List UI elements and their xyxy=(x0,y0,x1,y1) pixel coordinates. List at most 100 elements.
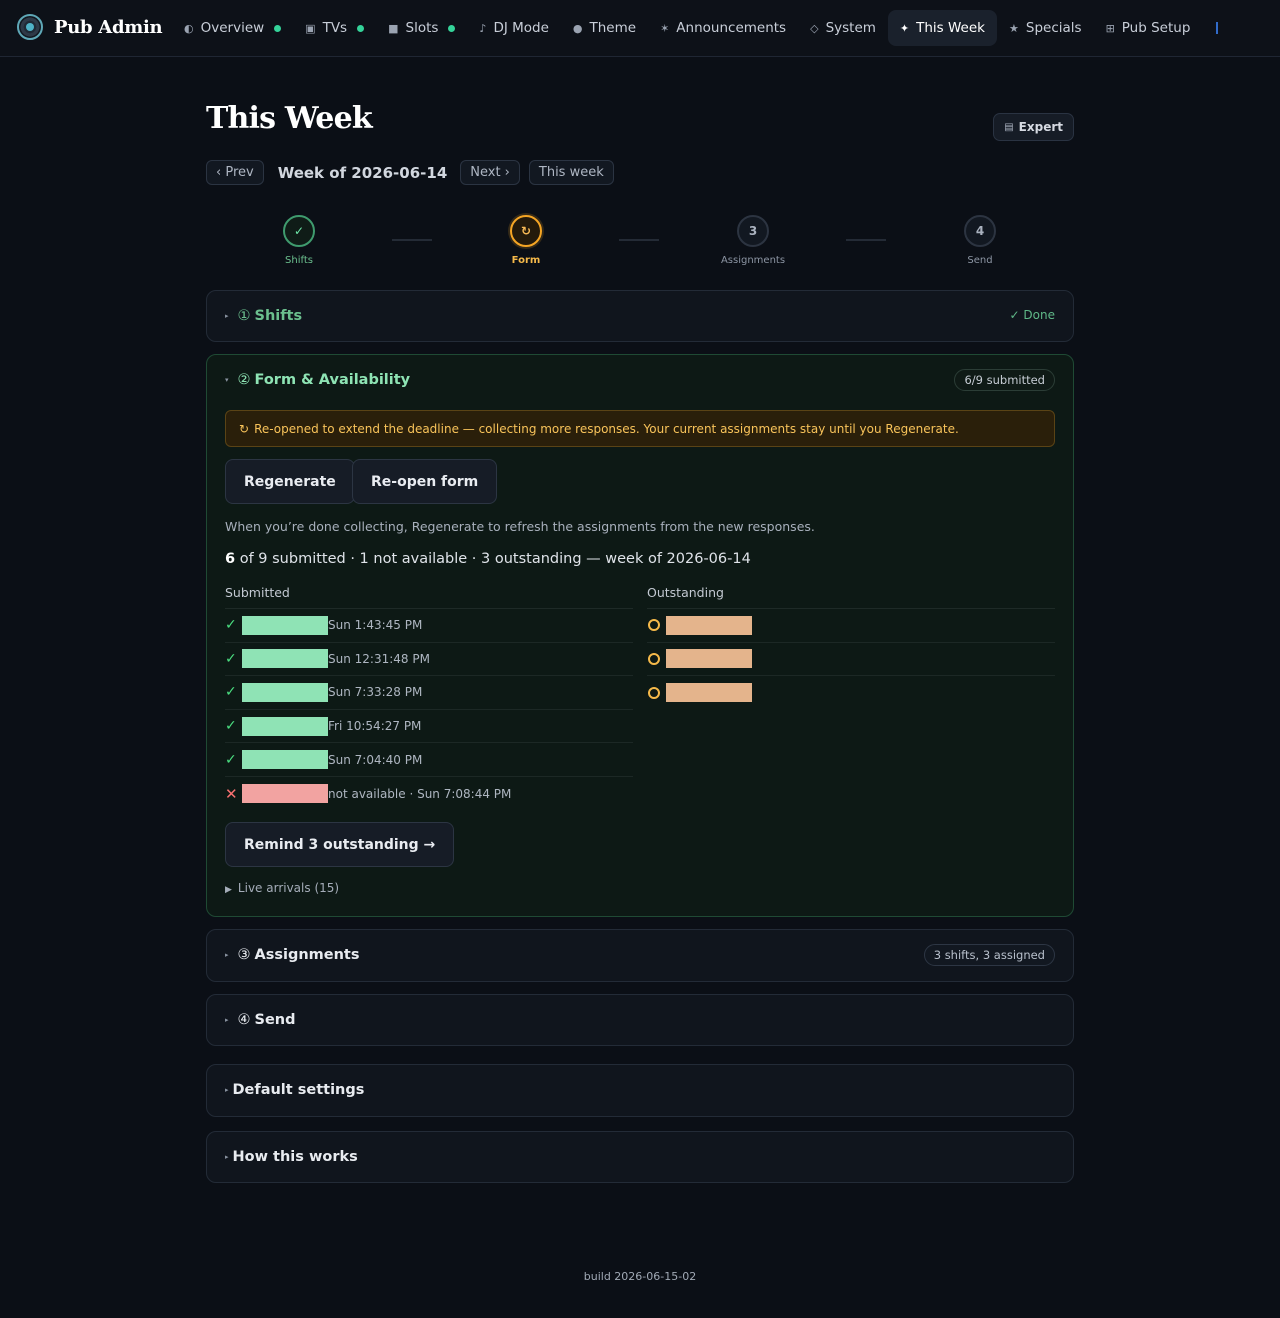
regenerate-button[interactable]: Regenerate xyxy=(225,459,355,504)
redacted-name xyxy=(666,683,752,703)
caret-right-icon: ▸ xyxy=(225,951,229,959)
brand[interactable]: Pub Admin xyxy=(17,14,163,40)
step-shifts[interactable]: ✓ Shifts xyxy=(254,215,344,266)
send-card[interactable]: ▸ ④ Send xyxy=(206,994,1074,1046)
assignments-card-header[interactable]: ▸ ③ Assignments xyxy=(225,930,360,980)
submitted-time: Sun 7:33:28 PM xyxy=(328,685,423,700)
outstanding-column: Outstanding xyxy=(647,585,1055,710)
live-arrivals-toggle[interactable]: ▶ Live arrivals (15) xyxy=(225,881,339,895)
pending-circle-icon xyxy=(648,652,660,665)
submitted-row: ✓ Sun 7:33:28 PM xyxy=(225,676,633,710)
outstanding-row xyxy=(647,676,1055,710)
nav-item-pub-setup[interactable]: ⊞ Pub Setup xyxy=(1094,10,1203,46)
nav-items: ◐ Overview ▣ TVs ■ Slots ♪ DJ Mode ● Theme ✶ Announ… xyxy=(172,10,1219,46)
check-icon: ✓ xyxy=(225,650,237,667)
theme-icon: ● xyxy=(572,21,583,35)
redacted-name xyxy=(242,750,328,770)
step-connector xyxy=(392,239,432,241)
nav-item-theme[interactable]: ● Theme xyxy=(561,10,648,46)
nav-item-specials[interactable]: ★ Specials xyxy=(997,10,1094,46)
tvs-icon: ▣ xyxy=(305,21,316,35)
send-card-header[interactable]: ▸ ④ Send xyxy=(225,995,296,1045)
step-connector xyxy=(619,239,659,241)
live-arrivals-label: Live arrivals (15) xyxy=(237,881,340,895)
caret-right-icon: ▸ xyxy=(225,1016,229,1024)
how-this-works-title: How this works xyxy=(232,1149,358,1165)
submitted-time: Sun 12:31:48 PM xyxy=(328,651,430,666)
status-dot xyxy=(274,24,282,32)
nav-label: This Week xyxy=(916,20,985,36)
reopened-alert: ↻ Re-opened to extend the deadline — col… xyxy=(225,410,1055,447)
this-week-button[interactable]: This week xyxy=(528,160,614,185)
step-marker: 4 xyxy=(964,215,996,247)
nav-item-overview[interactable]: ◐ Overview xyxy=(172,10,293,46)
nav-item-dj-mode[interactable]: ♪ DJ Mode xyxy=(467,10,560,46)
refresh-icon: ↻ xyxy=(239,421,250,436)
outstanding-header: Outstanding xyxy=(647,585,1055,609)
redacted-name xyxy=(666,649,752,669)
week-navigation: ‹ Prev Week of 2026-06-14 Next › This we… xyxy=(206,160,614,185)
regenerate-hint: When you’re done collecting, Regenerate … xyxy=(225,519,815,534)
nav-item-announcements[interactable]: ✶ Announcements xyxy=(648,10,798,46)
nav-label: Pub Setup xyxy=(1121,20,1191,36)
caret-right-icon: ▸ xyxy=(225,1086,229,1094)
caret-down-icon: ▾ xyxy=(225,376,229,384)
outstanding-row xyxy=(647,643,1055,677)
brand-name: Pub Admin xyxy=(54,16,163,38)
submitted-time: Sun 1:43:45 PM xyxy=(328,618,423,633)
step-connector xyxy=(846,239,886,241)
step-form[interactable]: ↻ Form xyxy=(481,215,571,266)
check-icon: ✓ xyxy=(225,617,237,634)
alert-text: Re-opened to extend the deadline — colle… xyxy=(254,421,959,436)
next-week-button[interactable]: Next › xyxy=(460,160,520,185)
overview-icon: ◐ xyxy=(184,21,194,35)
step-marker: 3 xyxy=(737,215,769,247)
shifts-title: ① Shifts xyxy=(237,308,303,324)
assignments-card[interactable]: ▸ ③ Assignments 3 shifts, 3 assigned xyxy=(206,929,1074,982)
form-availability-card: ▾ ② Form & Availability 6/9 submitted ↻ R… xyxy=(206,354,1074,917)
step-assignments[interactable]: 3 Assignments xyxy=(708,215,798,266)
dj-mode-icon: ♪ xyxy=(479,21,487,35)
shifts-card-header[interactable]: ▸ ① Shifts xyxy=(225,291,302,341)
send-title: ④ Send xyxy=(237,1012,296,1028)
pub-setup-icon: ⊞ xyxy=(1105,21,1115,35)
prev-week-button[interactable]: ‹ Prev xyxy=(206,160,264,185)
stepper: ✓ Shifts ↻ Form 3 Assignments 4 Send xyxy=(206,215,1074,275)
expert-icon: ▤ xyxy=(1004,121,1014,133)
step-label: Send xyxy=(967,255,993,266)
nav-item-this-week[interactable]: ✦ This Week xyxy=(887,10,997,46)
page-title: This Week xyxy=(206,101,373,136)
default-settings-header[interactable]: ▸ Default settings xyxy=(225,1065,364,1115)
submission-summary: 6 of 9 submitted · 1 not available · 3 o… xyxy=(225,551,751,567)
pub-logo-icon xyxy=(17,14,43,40)
nav-label: TVs xyxy=(322,20,348,36)
nav-item-slots[interactable]: ■ Slots xyxy=(376,10,467,46)
default-settings-card[interactable]: ▸ Default settings xyxy=(206,1064,1074,1117)
default-settings-title: Default settings xyxy=(232,1082,365,1098)
assignments-badge: 3 shifts, 3 assigned xyxy=(923,944,1055,966)
remind-outstanding-button[interactable]: Remind 3 outstanding → xyxy=(225,822,455,867)
build-footer: build 2026-06-15-02 xyxy=(583,1270,697,1283)
shifts-done-status: ✓ Done xyxy=(1009,308,1055,322)
nav-label: Announcements xyxy=(676,20,787,36)
form-card-header[interactable]: ▾ ② Form & Availability xyxy=(225,355,410,405)
nav-item-system[interactable]: ◇ System xyxy=(798,10,888,46)
nav-item-tvs[interactable]: ▣ TVs xyxy=(293,10,376,46)
step-label: Assignments xyxy=(720,255,786,266)
how-this-works-card[interactable]: ▸ How this works xyxy=(206,1131,1074,1183)
redacted-name xyxy=(242,649,328,669)
redacted-name xyxy=(242,615,328,635)
nav-label: Specials xyxy=(1025,20,1082,36)
nav-overflow-indicator[interactable] xyxy=(1216,22,1219,34)
check-icon: ✓ xyxy=(225,684,237,701)
expert-button[interactable]: ▤ Expert xyxy=(993,113,1074,141)
submitted-time: Fri 10:54:27 PM xyxy=(328,719,422,734)
shifts-card[interactable]: ▸ ① Shifts ✓ Done xyxy=(206,290,1074,342)
step-send[interactable]: 4 Send xyxy=(935,215,1025,266)
step-marker: ↻ xyxy=(510,215,542,247)
submitted-count-badge: 6/9 submitted xyxy=(954,369,1055,391)
reopen-form-button[interactable]: Re-open form xyxy=(352,459,498,504)
nav-label: DJ Mode xyxy=(493,20,549,36)
nav-label: Theme xyxy=(589,20,637,36)
how-this-works-header[interactable]: ▸ How this works xyxy=(225,1132,358,1182)
